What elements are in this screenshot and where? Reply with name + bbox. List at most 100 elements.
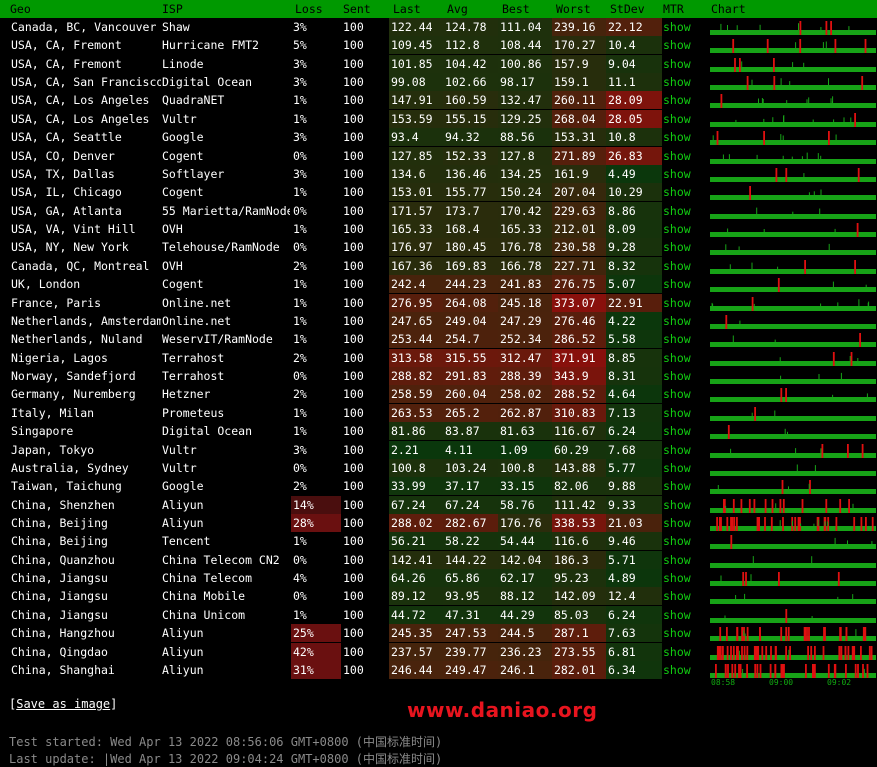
mtr-show-link[interactable]: show [661,551,707,569]
mtr-show-link[interactable]: show [661,385,707,403]
latency-jitter-bar [783,115,784,122]
latency-jitter-bar [819,208,821,214]
cell-avg: 264.08 [443,293,498,312]
mtr-show-link[interactable]: show [661,275,707,293]
cell-geo: Netherlands, Amsterdam [11,313,161,328]
mtr-show-link[interactable]: show [661,587,707,605]
mtr-show-link[interactable]: show [661,18,707,36]
mtr-show-link[interactable]: show [661,128,707,146]
mtr-show-link[interactable]: show [661,294,707,312]
mtr-show-link[interactable]: show [661,514,707,532]
mtr-show-link[interactable]: show [661,569,707,587]
cell-isp: Linode [162,56,204,71]
loss-spike [799,39,802,54]
loss-spike [745,572,747,587]
cell-sent: 100 [343,93,364,108]
mtr-show-link[interactable]: show [661,349,707,367]
mtr-show-link[interactable]: show [661,165,707,183]
mtr-show-link[interactable]: show [661,202,707,220]
latency-sparkline [710,244,876,256]
cell-sent: 100 [343,166,364,181]
loss-spike [732,645,735,660]
loss-spike [830,21,832,35]
cell-last: 67.24 [389,495,443,514]
loss-spike [738,663,740,678]
mtr-show-link[interactable]: show [661,73,707,91]
mtr-show-link[interactable]: show [661,238,707,256]
mtr-show-link[interactable]: show [661,147,707,165]
loss-spike [847,645,850,660]
latency-sparkline [710,76,876,91]
mtr-show-link[interactable]: show [661,220,707,238]
sparkline-baseline [710,617,876,623]
loss-spike [861,443,864,458]
table-row: USA, VA, Vint Hill OVH 1% 100 165.33 168.4 165… [0,220,877,239]
mtr-show-link[interactable]: show [661,330,707,348]
mtr-show-link[interactable]: show [661,55,707,73]
cell-isp: Aliyun [162,497,204,512]
mtr-show-link[interactable]: show [661,661,707,679]
mtr-show-link[interactable]: show [661,532,707,550]
latency-jitter-bar [727,25,728,30]
cell-geo: USA, CA, Fremont [11,56,122,71]
cell-sent: 100 [343,405,364,420]
loss-spike [741,627,743,642]
mtr-show-link[interactable]: show [661,477,707,495]
mtr-show-link[interactable]: show [661,91,707,109]
cell-worst: 286.52 [552,330,606,349]
latency-jitter-bar [834,538,836,545]
cell-loss: 0% [293,240,307,255]
mtr-show-link[interactable]: show [661,441,707,459]
latency-jitter-bar [825,41,827,49]
latency-sparkline [710,223,876,238]
sparkline-baseline [710,250,876,256]
cell-worst: 276.46 [552,311,606,330]
mtr-show-link[interactable]: show [661,459,707,477]
latency-jitter-bar [811,555,813,563]
mtr-show-link[interactable]: show [661,183,707,201]
mtr-show-link[interactable]: show [661,110,707,128]
mtr-show-link[interactable]: show [661,36,707,54]
latency-jitter-bar [827,521,829,526]
cell-worst: 288.52 [552,385,606,404]
mtr-show-link[interactable]: show [661,404,707,422]
cell-avg: 144.22 [443,550,498,569]
cell-geo: China, Jiangsu [11,571,108,586]
loss-spike [725,314,728,329]
latency-jitter-bar [820,27,822,30]
latency-jitter-bar [786,100,788,104]
latency-jitter-bar [722,154,724,159]
cell-worst: 116.6 [552,532,606,551]
cell-geo: Germany, Nuremberg [11,387,136,402]
mtr-show-link[interactable]: show [661,422,707,440]
cell-isp: 55 Marietta/RamNode [162,203,290,218]
mtr-show-link[interactable]: show [661,496,707,514]
latency-jitter-bar [788,649,790,655]
sparkline-baseline [710,654,876,660]
loss-spike [864,627,867,642]
mtr-show-link[interactable]: show [661,606,707,624]
cell-worst: 207.04 [552,183,606,202]
latency-sparkline [710,388,876,403]
latency-sparkline [710,351,876,366]
mtr-show-link[interactable]: show [661,312,707,330]
cell-best: 288.39 [498,367,552,386]
mtr-show-link[interactable]: show [661,257,707,275]
latency-sparkline [710,627,876,642]
loss-spike [736,627,739,642]
cell-geo: Nigeria, Lagos [11,350,108,365]
latency-jitter-bar [858,298,860,306]
save-as-image-link[interactable]: Save as image [16,697,110,711]
mtr-show-link[interactable]: show [661,624,707,642]
loss-spike [785,608,788,623]
cell-stdev: 5.71 [606,550,662,569]
mtr-show-link[interactable]: show [661,367,707,385]
cell-best: 44.29 [498,605,552,624]
header-last: Last [393,2,421,16]
cell-geo: Canada, BC, Vancouver [11,20,157,34]
cell-last: 153.59 [389,109,443,128]
mtr-show-link[interactable]: show [661,643,707,661]
cell-stdev: 6.34 [606,660,662,679]
loss-spike [724,663,727,678]
loss-spike [845,663,847,678]
